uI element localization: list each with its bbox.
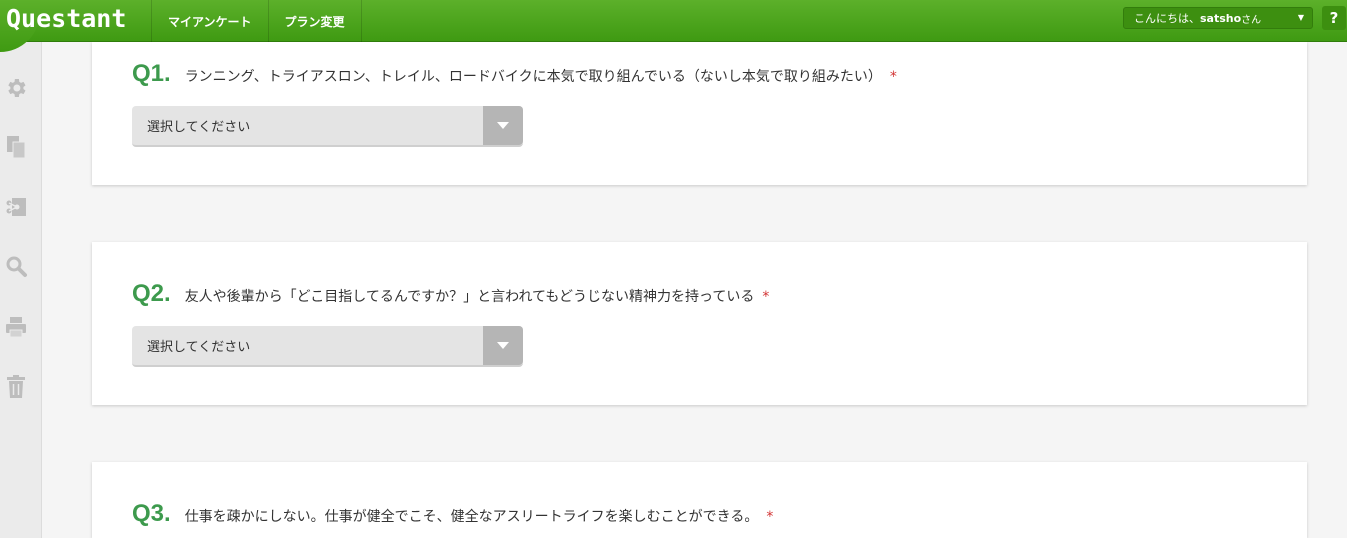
user-greeting: こんにちは、 [1134, 12, 1200, 25]
print-icon[interactable] [4, 314, 28, 340]
select-placeholder-1: 選択してください [147, 120, 251, 135]
chevron-down-icon[interactable] [483, 326, 523, 365]
search-icon[interactable] [4, 254, 28, 280]
question-card-3: Q3. 仕事を疎かにしない。仕事が健全でこそ、健全なアスリートライフを楽しむこと… [92, 462, 1307, 538]
required-mark-1: * [889, 69, 897, 85]
question-text-1: ランニング、トライアスロン、トレイル、ロードバイクに本気で取り組んでいる（ないし… [184, 69, 882, 85]
question-header-2: Q2. 友人や後輩から「どこ目指してるんですか？」と言われてもどうじない精神力を… [132, 280, 769, 308]
question-header-1: Q1. ランニング、トライアスロン、トレイル、ロードバイクに本気で取り組んでいる… [132, 60, 897, 88]
chevron-down-icon[interactable] [483, 106, 523, 145]
answer-select-1[interactable]: 選択してください [132, 106, 523, 147]
required-mark-3: * [766, 509, 774, 525]
chevron-down-icon: ▼ [1297, 13, 1304, 22]
question-card-2: Q2. 友人や後輩から「どこ目指してるんですか？」と言われてもどうじない精神力を… [92, 242, 1307, 405]
user-menu[interactable]: こんにちは、 satsho さん ▼ [1123, 7, 1313, 29]
question-number-1: Q1. [132, 60, 171, 87]
help-button[interactable]: ? [1322, 6, 1346, 30]
logo-area[interactable]: Questant [0, 0, 152, 52]
logo[interactable]: Questant [6, 4, 126, 33]
required-mark-2: * [762, 289, 770, 305]
question-card-1: Q1. ランニング、トライアスロン、トレイル、ロードバイクに本気で取り組んでいる… [92, 42, 1307, 185]
user-suffix: さん [1241, 14, 1262, 26]
top-bar: Questant マイアンケート プラン変更 こんにちは、 satsho さん ▼ … [0, 0, 1347, 52]
main-nav: マイアンケート プラン変更 [152, 0, 362, 42]
nav-my-survey[interactable]: マイアンケート [152, 0, 269, 42]
select-placeholder-2: 選択してください [147, 340, 251, 355]
nav-plan-change[interactable]: プラン変更 [269, 0, 362, 42]
question-number-3: Q3. [132, 500, 171, 527]
question-text-3: 仕事を疎かにしない。仕事が健全でこそ、健全なアスリートライフを楽しむことができる… [184, 509, 759, 525]
question-header-3: Q3. 仕事を疎かにしない。仕事が健全でこそ、健全なアスリートライフを楽しむこと… [132, 500, 773, 528]
trash-icon[interactable] [4, 374, 28, 400]
question-text-2: 友人や後輩から「どこ目指してるんですか？」と言われてもどうじない精神力を持ってい… [184, 289, 755, 305]
user-name: satsho [1200, 11, 1242, 25]
answer-select-2[interactable]: 選択してください [132, 326, 523, 367]
sidebar [0, 42, 42, 538]
gear-icon[interactable] [4, 75, 28, 101]
copy-icon[interactable] [4, 134, 28, 160]
question-number-2: Q2. [132, 280, 171, 307]
share-icon[interactable] [4, 194, 28, 220]
